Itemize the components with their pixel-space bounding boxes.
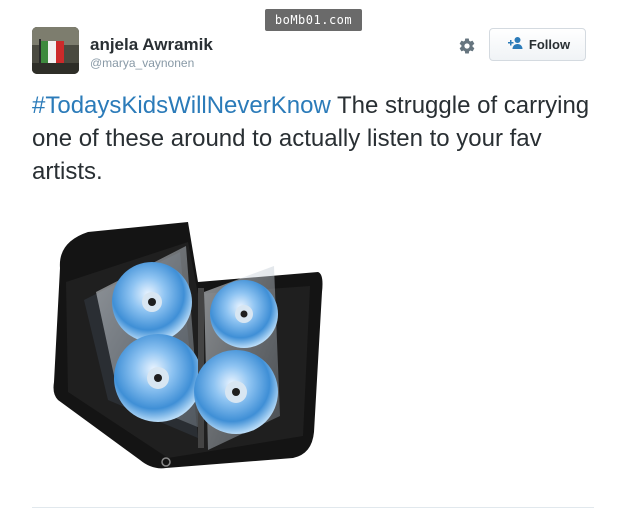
avatar[interactable]	[32, 27, 79, 74]
person-plus-icon	[505, 36, 523, 53]
follow-button[interactable]: Follow	[489, 28, 586, 61]
divider	[32, 507, 594, 508]
watermark: boMb01.com	[265, 9, 362, 31]
user-handle[interactable]: @marya_vaynonen	[90, 56, 194, 70]
gear-icon[interactable]	[455, 34, 479, 58]
follow-label: Follow	[528, 37, 571, 52]
tweet-text: #TodaysKidsWillNeverKnow The struggle of…	[32, 89, 602, 188]
user-display-name[interactable]: anjela Awramik	[90, 35, 213, 55]
hashtag-link[interactable]: #TodaysKidsWillNeverKnow	[32, 92, 331, 119]
cd-wallet-image[interactable]	[48, 222, 324, 472]
